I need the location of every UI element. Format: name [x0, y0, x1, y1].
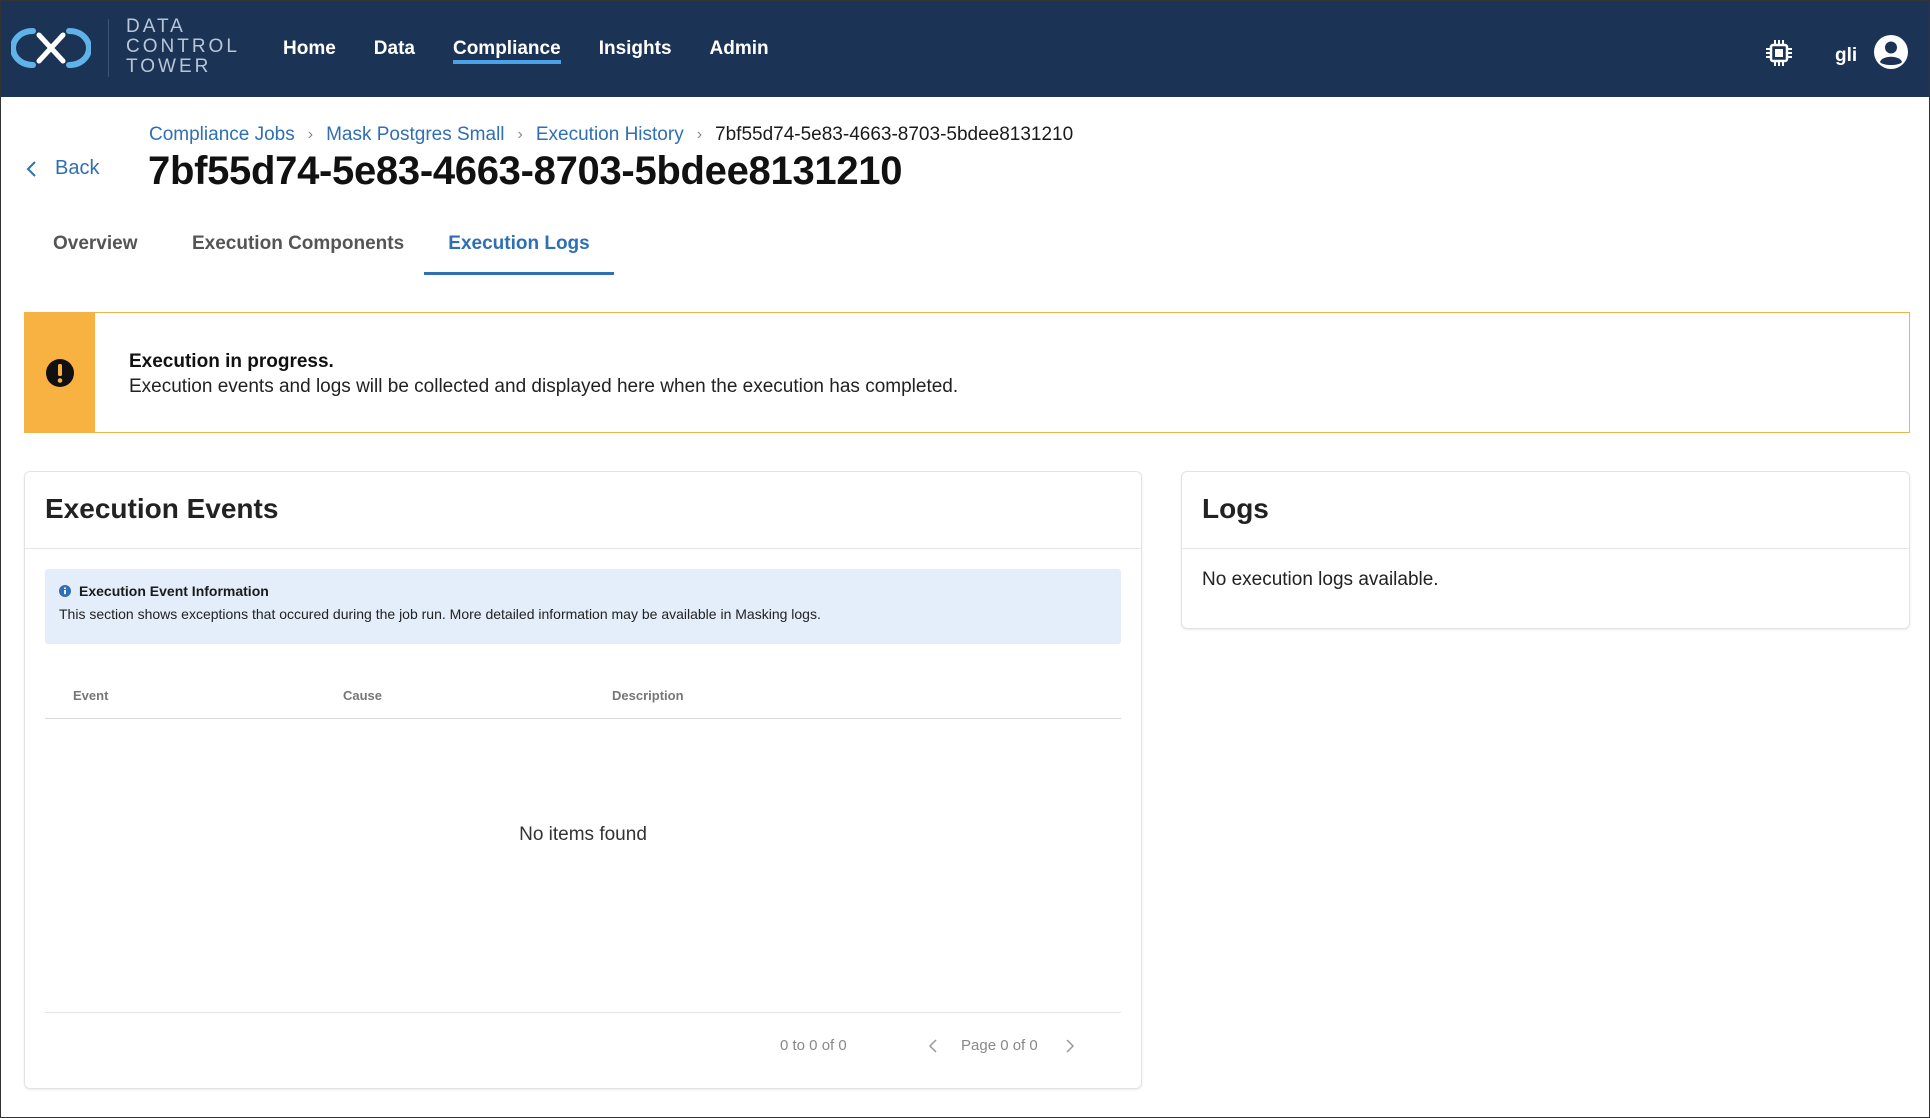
brand-line-1: DATA [126, 16, 186, 37]
events-empty-message: No items found [519, 824, 647, 845]
logo-icon[interactable] [11, 23, 91, 73]
chevron-left-icon[interactable] [928, 1039, 938, 1053]
logs-panel: Logs No execution logs available. [1181, 471, 1910, 629]
main-nav: Home Data Compliance Insights Admin [283, 1, 807, 97]
user-name[interactable]: gli [1835, 45, 1857, 67]
banner-icon-area [25, 313, 95, 432]
info-box-title: Execution Event Information [79, 583, 269, 599]
breadcrumb-mask-postgres-small[interactable]: Mask Postgres Small [326, 124, 504, 146]
column-header-event[interactable]: Event [73, 688, 108, 703]
chevron-right-icon[interactable] [1065, 1039, 1075, 1053]
nav-home[interactable]: Home [283, 1, 336, 97]
brand-line-3: TOWER [126, 56, 212, 77]
page-title: 7bf55d74-5e83-4663-8703-5bdee8131210 [148, 149, 903, 193]
breadcrumb-execution-history[interactable]: Execution History [536, 124, 684, 146]
banner-content: Execution in progress. Execution events … [95, 313, 958, 432]
execution-event-info-box: Execution Event Information This section… [45, 569, 1121, 644]
chevron-left-icon [26, 160, 36, 177]
user-account-icon[interactable] [1873, 34, 1909, 70]
info-box-heading: Execution Event Information [59, 583, 1121, 599]
nav-compliance[interactable]: Compliance [452, 1, 561, 97]
logo-divider [108, 19, 109, 77]
logs-empty-message: No execution logs available. [1202, 569, 1439, 590]
pagination-page: Page 0 of 0 [961, 1037, 1038, 1054]
nav-data[interactable]: Data [374, 1, 415, 97]
breadcrumb-separator: › [696, 126, 703, 143]
tab-execution-logs[interactable]: Execution Logs [424, 223, 614, 275]
execution-events-panel: Execution Events Execution Event Informa… [24, 471, 1142, 1089]
execution-events-title: Execution Events [25, 472, 1141, 549]
exclamation-icon [46, 358, 74, 387]
banner-text: Execution events and logs will be collec… [129, 376, 959, 397]
tab-execution-components[interactable]: Execution Components [192, 223, 404, 275]
breadcrumb: Compliance Jobs › Mask Postgres Small › … [149, 124, 1073, 146]
back-label: Back [55, 157, 100, 179]
column-header-description[interactable]: Description [612, 688, 684, 703]
chip-icon[interactable] [1764, 38, 1794, 68]
tab-overview[interactable]: Overview [53, 223, 138, 275]
nav-insights[interactable]: Insights [599, 1, 672, 97]
events-table-header: Event Cause Description [45, 674, 1121, 719]
breadcrumb-current: 7bf55d74-5e83-4663-8703-5bdee8131210 [715, 124, 1074, 145]
info-icon [59, 585, 71, 597]
tab-bar: Overview Execution Components Execution … [1, 223, 1929, 275]
info-box-text: This section shows exceptions that occur… [59, 606, 821, 622]
brand-line-2: CONTROL [126, 36, 240, 57]
pagination-count: 0 to 0 of 0 [780, 1037, 847, 1054]
column-header-cause[interactable]: Cause [343, 688, 382, 703]
execution-in-progress-banner: Execution in progress. Execution events … [24, 312, 1910, 433]
banner-title: Execution in progress. [129, 351, 334, 372]
pagination-divider [45, 1012, 1121, 1013]
nav-admin[interactable]: Admin [710, 1, 769, 97]
back-link[interactable]: Back [25, 157, 99, 180]
top-navigation-bar: DATA CONTROL TOWER Home Data Compliance … [1, 1, 1929, 97]
logs-title: Logs [1182, 472, 1909, 549]
brand-name: DATA CONTROL TOWER [126, 17, 240, 77]
breadcrumb-separator: › [517, 126, 523, 143]
breadcrumb-compliance-jobs[interactable]: Compliance Jobs [149, 124, 295, 146]
breadcrumb-separator: › [307, 126, 314, 143]
